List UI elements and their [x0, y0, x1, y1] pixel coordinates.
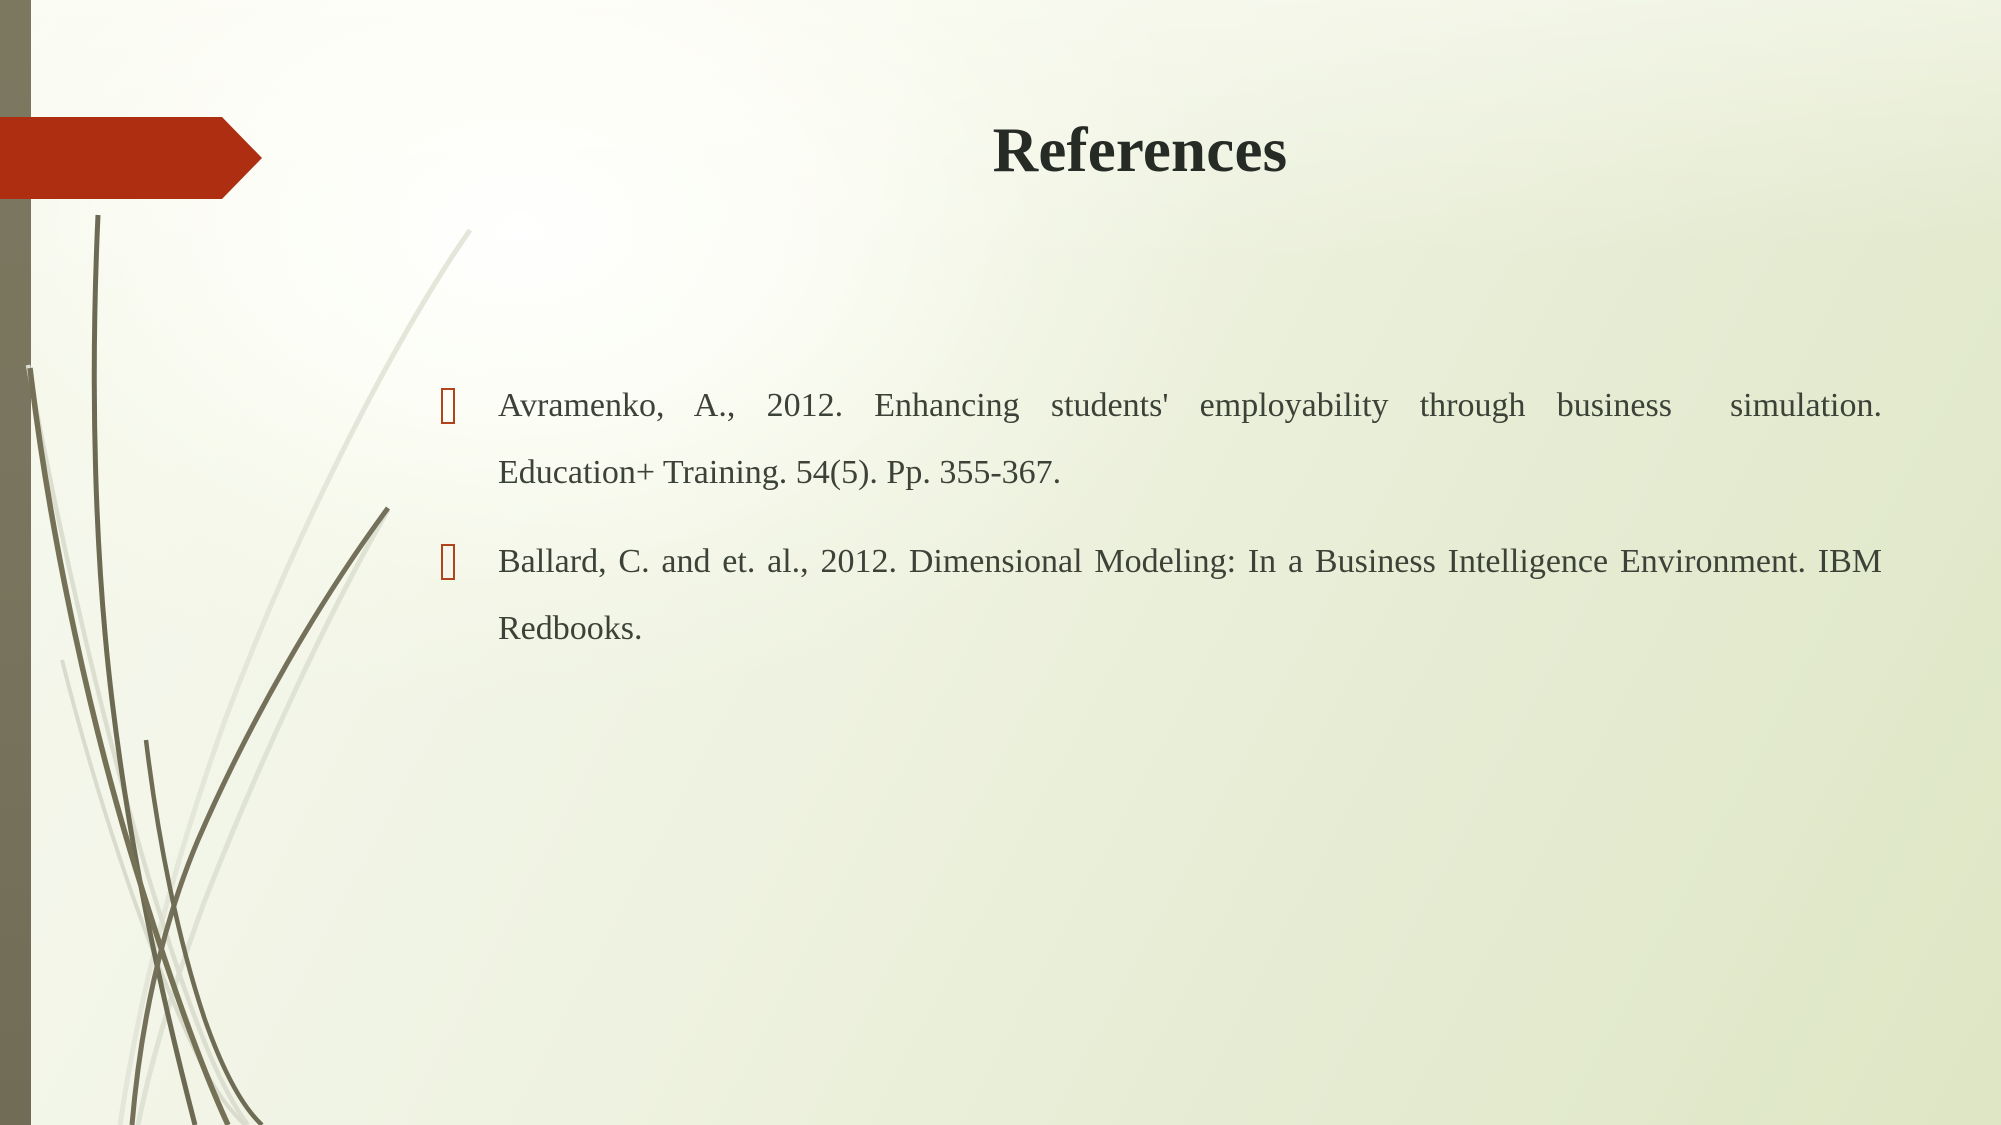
reference-item-1: Avramenko, A., 2012. Enhancing students'…: [430, 372, 1882, 506]
reference-2-line1: Ballard, C. and et. al., 2012. Dimension…: [498, 543, 1609, 580]
hollow-box-bullet-icon: [441, 544, 455, 580]
references-list: Avramenko, A., 2012. Enhancing students'…: [430, 372, 1882, 662]
reference-item-1-text: Avramenko, A., 2012. Enhancing students'…: [498, 372, 1882, 506]
slide-references: References Avramenko, A., 2012. Enhancin…: [0, 0, 2001, 1125]
reference-1-line2: Education+ Training. 54(5). Pp. 355-367.: [498, 454, 1062, 491]
reference-item-2: Ballard, C. and et. al., 2012. Dimension…: [430, 528, 1882, 662]
reference-item-2-text: Ballard, C. and et. al., 2012. Dimension…: [498, 528, 1882, 662]
reference-1-line1-b: simulation.: [1729, 387, 1882, 424]
reference-1-line1-a: Avramenko, A., 2012. Enhancing students'…: [498, 387, 1672, 424]
red-arrow-banner: [0, 117, 262, 199]
hollow-box-bullet-icon: [441, 388, 455, 424]
page-title: References: [992, 115, 1288, 185]
